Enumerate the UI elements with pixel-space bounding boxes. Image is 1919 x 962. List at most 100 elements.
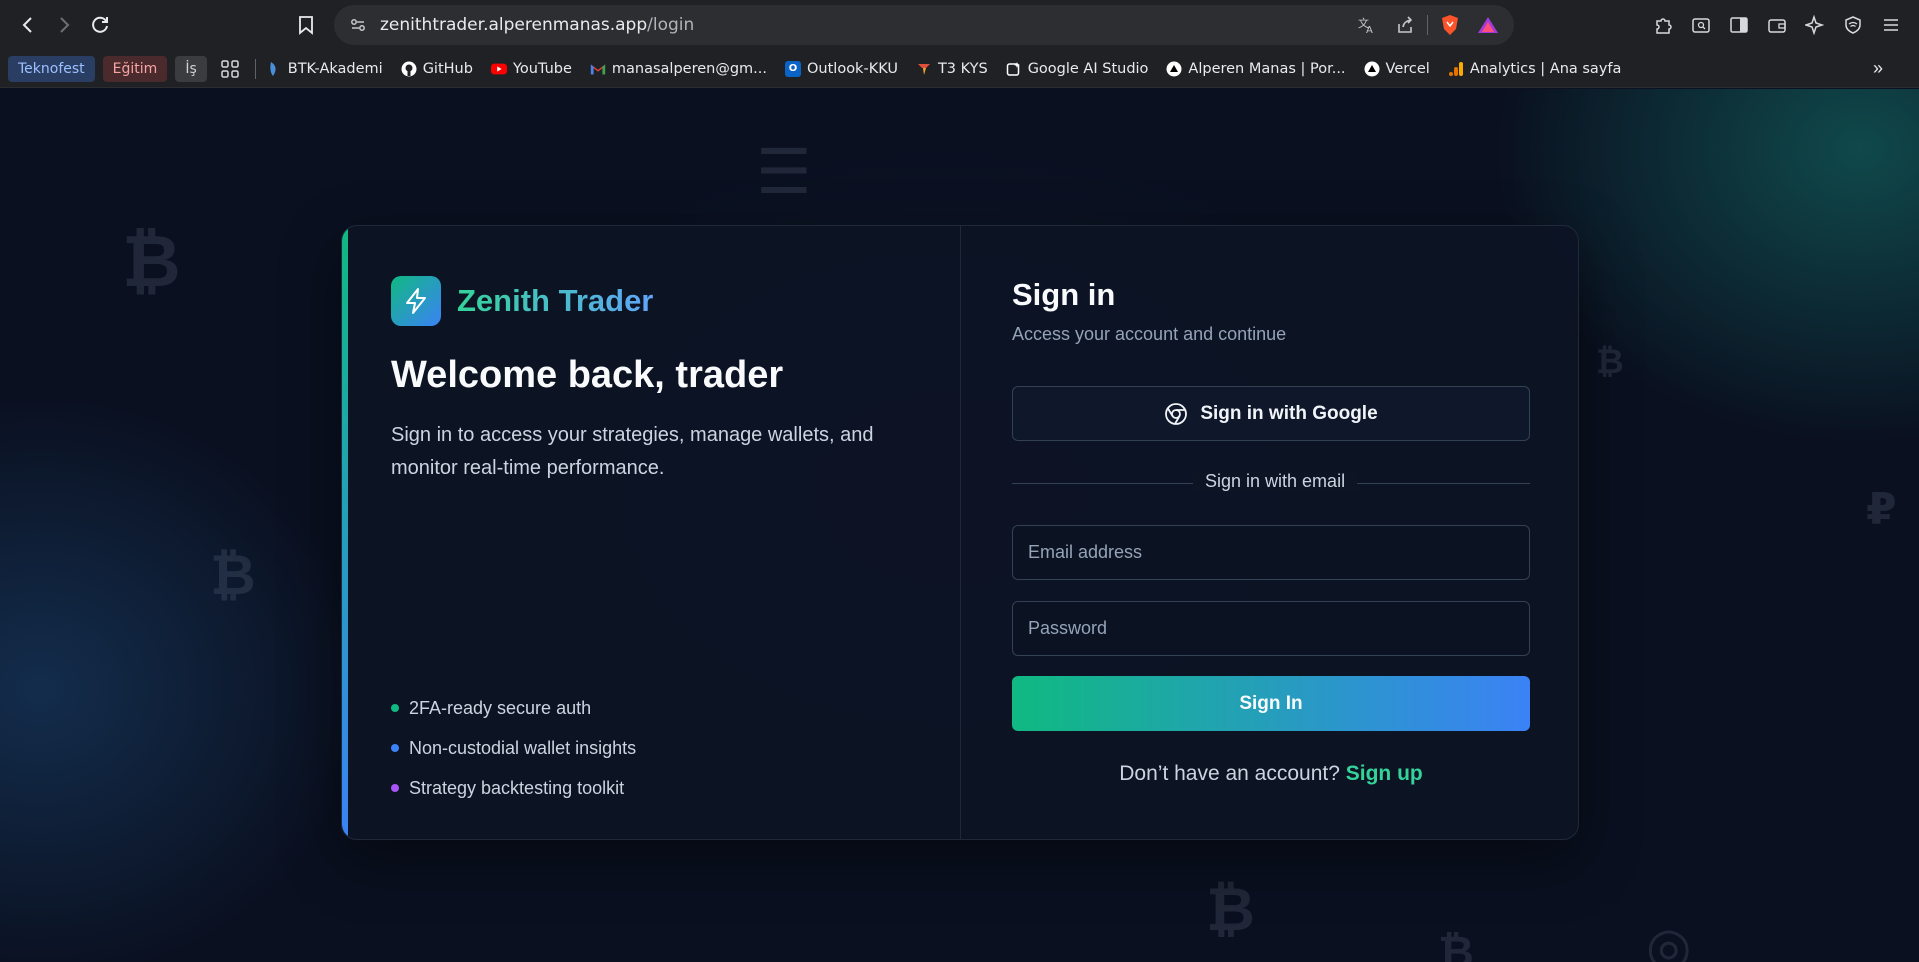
bitcoin-bg-icon: ₿ [1206, 875, 1255, 945]
bookmark-label: Outlook-KKU [807, 60, 898, 77]
google-signin-label: Sign in with Google [1200, 402, 1378, 424]
apps-grid-icon[interactable] [215, 54, 245, 84]
address-bar-actions: 文A [1351, 9, 1504, 41]
signin-subtitle: Access your account and continue [1012, 324, 1287, 344]
signin-title: Sign in [1012, 277, 1116, 312]
wallet-icon[interactable] [1761, 9, 1793, 41]
bitcoin-bg-icon: ₿ [1438, 927, 1474, 962]
bitcoin-bg-icon: ₿ [122, 219, 181, 303]
ruble-bg-icon: ₽ [1866, 484, 1897, 535]
bookmark-label: manasalperen@gm... [611, 60, 767, 77]
bitcoin-bg-icon: ₿ [1596, 342, 1624, 382]
github-icon [401, 61, 417, 77]
feature-list: 2FA-ready secure auth Non-custodial wall… [391, 688, 636, 808]
bookmark-outlook[interactable]: O Outlook-KKU [785, 60, 898, 77]
url-path: /login [647, 15, 695, 35]
back-arrow-icon [22, 17, 32, 33]
feature-label: Non-custodial wallet insights [409, 737, 637, 758]
feature-item: Non-custodial wallet insights [391, 728, 636, 768]
reload-icon [92, 16, 108, 33]
btk-icon [266, 61, 282, 77]
bookmark-label: Google AI Studio [1027, 60, 1149, 77]
coin-bg-icon: ◎ [1646, 917, 1692, 962]
search-tabs-icon[interactable] [1685, 9, 1717, 41]
bookmark-gmail[interactable]: manasalperen@gm... [590, 61, 767, 77]
signup-prompt: Don’t have an account? [1119, 762, 1340, 785]
signup-row: Don’t have an account? Sign up [1012, 762, 1530, 786]
baht-bg-icon: ₿ [210, 543, 256, 608]
bookmark-label: GitHub [422, 60, 473, 77]
forward-button[interactable] [46, 7, 82, 43]
share-icon[interactable] [1389, 9, 1421, 41]
bookmark-page-button[interactable] [290, 9, 322, 41]
bookmarks-bar: Teknofest Eğitim İş BTK-Akademi GitHub Y… [0, 50, 1919, 88]
bookmark-label: Vercel [1385, 60, 1430, 77]
leo-ai-icon[interactable] [1799, 9, 1831, 41]
signin-submit-button[interactable]: Sign In [1012, 676, 1530, 731]
bookmark-folder-teknofest[interactable]: Teknofest [8, 55, 95, 82]
toolbar-right [1647, 9, 1907, 41]
menu-bg-icon: ☰ [756, 135, 812, 208]
vercel-icon [1166, 61, 1182, 77]
bookmark-youtube[interactable]: YouTube [490, 60, 572, 77]
browser-toolbar: zenithtrader.alperenmanas.app/login 文A [0, 0, 1919, 50]
bookmark-github[interactable]: GitHub [401, 61, 473, 77]
bookmark-icon [299, 16, 313, 35]
welcome-panel: Zenith Trader Welcome back, trader Sign … [342, 226, 961, 839]
password-input[interactable] [1012, 601, 1530, 656]
chrome-icon [1165, 402, 1188, 425]
bookmark-folder-is[interactable]: İş [175, 55, 207, 82]
svg-text:A: A [1366, 25, 1373, 35]
feature-item: Strategy backtesting toolkit [391, 768, 636, 808]
translate-icon[interactable]: 文A [1351, 9, 1383, 41]
bookmark-alperen-manas-portfolio[interactable]: Alperen Manas | Por... [1166, 61, 1346, 77]
brave-shields-icon[interactable] [1434, 9, 1466, 41]
bookmark-label: T3 KYS [937, 60, 988, 77]
login-card: Zenith Trader Welcome back, trader Sign … [341, 225, 1579, 840]
email-input[interactable] [1012, 525, 1530, 580]
more-bookmarks-icon[interactable]: » [1873, 58, 1883, 79]
bookmark-label: BTK-Akademi [287, 60, 383, 77]
analytics-icon [1448, 61, 1464, 77]
bookmark-vercel[interactable]: Vercel [1364, 61, 1430, 77]
ai-studio-icon [1006, 61, 1022, 77]
google-signin-button[interactable]: Sign in with Google [1012, 386, 1530, 441]
outlook-icon: O [785, 60, 801, 77]
bookmark-analytics[interactable]: Analytics | Ana sayfa [1448, 60, 1622, 77]
bookmark-label: Analytics | Ana sayfa [1469, 60, 1622, 77]
lightning-icon [391, 276, 441, 326]
extensions-icon[interactable] [1647, 9, 1679, 41]
signin-panel: Sign in Access your account and continue… [961, 226, 1578, 839]
vpn-shield-icon[interactable] [1837, 9, 1869, 41]
bookmark-google-ai-studio[interactable]: Google AI Studio [1006, 60, 1149, 77]
feature-label: 2FA-ready secure auth [409, 697, 592, 718]
bookmark-btk-akademi[interactable]: BTK-Akademi [266, 61, 383, 77]
separator [1427, 15, 1428, 35]
vercel-icon [1364, 61, 1380, 77]
welcome-title: Welcome back, trader [391, 354, 784, 396]
address-bar[interactable]: zenithtrader.alperenmanas.app/login 文A [334, 5, 1514, 45]
t3-icon [916, 61, 932, 77]
bookmark-folder-egitim[interactable]: Eğitim [102, 55, 168, 82]
feature-dot [391, 784, 399, 792]
menu-icon[interactable] [1875, 9, 1907, 41]
feature-dot [391, 704, 399, 712]
bookmarks-divider [254, 58, 256, 79]
site-info-button[interactable] [340, 7, 376, 43]
url-text[interactable]: zenithtrader.alperenmanas.app/login [380, 15, 694, 35]
feature-label: Strategy backtesting toolkit [409, 777, 625, 798]
divider-label: Sign in with email [1193, 471, 1358, 492]
welcome-subtitle: Sign in to access your strategies, manag… [391, 424, 874, 479]
url-host: zenithtrader.alperenmanas.app [380, 15, 648, 35]
bookmark-t3-kys[interactable]: T3 KYS [916, 61, 988, 77]
brave-rewards-icon[interactable] [1472, 9, 1504, 41]
brand-name: Zenith Trader [457, 283, 654, 318]
reload-button[interactable] [82, 7, 118, 43]
forward-arrow-icon [60, 17, 70, 33]
sidebar-toggle-icon[interactable] [1723, 9, 1755, 41]
brand: Zenith Trader [391, 276, 653, 326]
site-settings-icon [351, 19, 365, 31]
back-button[interactable] [10, 7, 46, 43]
signup-link[interactable]: Sign up [1346, 762, 1423, 785]
bookmark-label: YouTube [512, 60, 572, 77]
